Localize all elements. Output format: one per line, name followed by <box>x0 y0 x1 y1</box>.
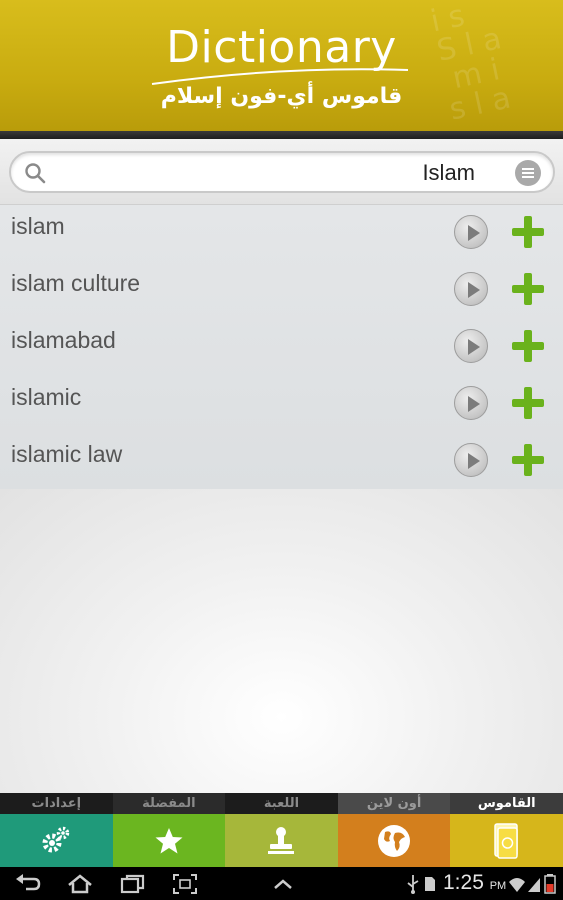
screenshot-icon[interactable] <box>172 873 198 895</box>
result-word[interactable]: islamic law <box>11 441 122 468</box>
plus-icon[interactable] <box>512 387 544 419</box>
tab-bar <box>0 814 563 867</box>
recent-apps-icon[interactable] <box>118 873 146 895</box>
signal-icon <box>528 878 540 892</box>
stamp-icon <box>268 826 295 854</box>
result-row[interactable]: islamic law <box>0 433 563 490</box>
menu-icon[interactable] <box>515 160 541 186</box>
search-bar <box>0 139 563 205</box>
tab-favorites[interactable] <box>112 814 226 867</box>
tab-favorites-label[interactable]: المفضلة <box>113 793 226 814</box>
usb-icon <box>407 875 419 894</box>
result-row[interactable]: islamabad <box>0 319 563 376</box>
results-list: islam islam culture islamabad islamic is… <box>0 205 563 489</box>
system-bar: 1:25 PM <box>0 867 563 900</box>
play-icon[interactable] <box>454 386 488 420</box>
play-icon[interactable] <box>454 443 488 477</box>
back-icon[interactable] <box>14 873 42 895</box>
app-subtitle: قاموس أي-فون إسلام <box>160 84 403 109</box>
tab-labels: إعدادات المفضلة اللعبة أون لاين القاموس <box>0 793 563 814</box>
search-input[interactable] <box>55 157 475 189</box>
gears-icon <box>42 826 70 852</box>
app-header: i s S l a m i s l a Dictionary قاموس أي-… <box>0 0 563 131</box>
sd-card-icon <box>425 877 435 891</box>
play-icon[interactable] <box>454 215 488 249</box>
result-row[interactable]: islam <box>0 205 563 262</box>
play-icon[interactable] <box>454 329 488 363</box>
tab-dictionary[interactable] <box>450 814 563 867</box>
result-word[interactable]: islam <box>11 213 65 240</box>
tab-settings[interactable] <box>0 814 113 867</box>
tab-game[interactable] <box>225 814 338 867</box>
result-row[interactable]: islam culture <box>0 262 563 319</box>
up-chevron-icon[interactable] <box>270 873 296 895</box>
result-word[interactable]: islam culture <box>11 270 140 297</box>
star-icon <box>155 827 183 853</box>
header-divider <box>0 131 563 139</box>
result-word[interactable]: islamabad <box>11 327 116 354</box>
book-icon <box>493 822 518 859</box>
plus-icon[interactable] <box>512 444 544 476</box>
battery-icon <box>544 874 556 894</box>
plus-icon[interactable] <box>512 216 544 248</box>
tab-online[interactable] <box>337 814 451 867</box>
plus-icon[interactable] <box>512 273 544 305</box>
tab-settings-label[interactable]: إعدادات <box>0 793 113 814</box>
search-icon[interactable] <box>23 161 47 185</box>
tab-online-label[interactable]: أون لاين <box>337 793 451 814</box>
plus-icon[interactable] <box>512 330 544 362</box>
result-row[interactable]: islamic <box>0 376 563 433</box>
search-box[interactable] <box>9 151 555 193</box>
empty-area <box>0 489 563 793</box>
globe-icon <box>378 824 411 857</box>
home-icon[interactable] <box>66 873 94 895</box>
tab-game-label[interactable]: اللعبة <box>225 793 338 814</box>
tab-dictionary-label[interactable]: القاموس <box>450 793 563 814</box>
wifi-icon <box>509 878 525 892</box>
play-icon[interactable] <box>454 272 488 306</box>
result-word[interactable]: islamic <box>11 384 81 411</box>
clock: 1:25 PM <box>443 871 507 894</box>
